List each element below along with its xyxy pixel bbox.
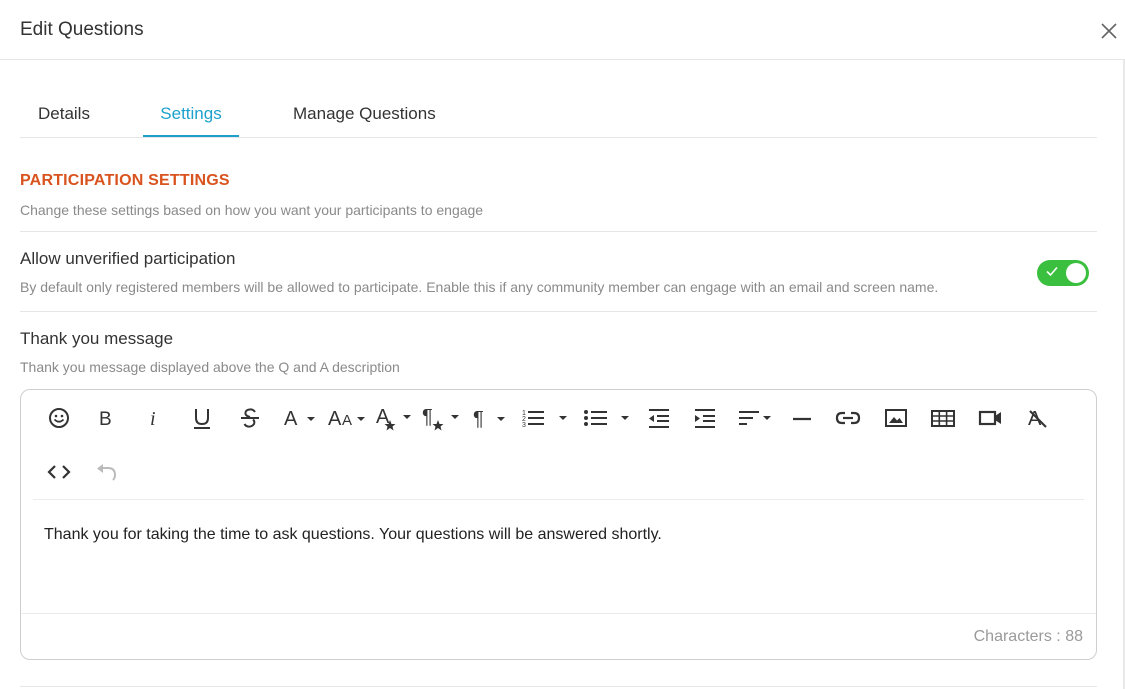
close-button[interactable] — [1099, 21, 1119, 41]
code-view-button[interactable] — [45, 458, 73, 486]
clear-formatting-icon: A — [1028, 408, 1047, 429]
ordered-list-button[interactable]: 1 2 3 — [521, 404, 571, 432]
section-title: PARTICIPATION SETTINGS — [20, 172, 230, 189]
video-icon — [978, 410, 1001, 426]
tab-manage-questions[interactable]: Manage Questions — [293, 92, 436, 137]
svg-text:i: i — [150, 408, 156, 428]
align-button[interactable] — [737, 404, 775, 432]
link-button[interactable] — [835, 404, 861, 432]
font-family-icon: A — [284, 408, 315, 429]
section-subtitle: Change these settings based on how you w… — [20, 202, 484, 218]
font-size-button[interactable]: A A — [327, 404, 367, 432]
horizontal-line-button[interactable] — [791, 404, 813, 432]
underline-icon — [194, 409, 210, 429]
font-family-button[interactable]: A — [283, 404, 317, 432]
tab-settings[interactable]: Settings — [143, 92, 239, 137]
text-color-button[interactable]: A — [375, 404, 413, 432]
indent-button[interactable] — [693, 404, 717, 432]
emoticon-icon — [49, 408, 69, 428]
image-icon — [885, 409, 907, 427]
check-icon — [1046, 266, 1058, 277]
editor-footer-divider — [21, 613, 1096, 614]
unordered-list-button[interactable] — [583, 404, 633, 432]
tab-bar: Details Settings Manage Questions — [20, 92, 1097, 138]
bold-icon: B — [99, 409, 112, 428]
unverified-toggle[interactable] — [1037, 260, 1089, 286]
table-button[interactable] — [929, 404, 957, 432]
character-count: Characters : 88 — [973, 628, 1083, 645]
align-icon — [739, 411, 771, 425]
italic-icon: i — [150, 408, 156, 428]
svg-text:A: A — [328, 408, 342, 429]
font-size-icon: A A — [328, 408, 365, 429]
bold-button[interactable]: B — [95, 404, 117, 432]
rich-text-editor: B i A A A A ¶ ¶ 1 2 3 A Thank you for ta… — [20, 389, 1097, 660]
svg-text:¶: ¶ — [473, 408, 484, 429]
svg-text:A: A — [284, 408, 298, 429]
toggle-knob — [1066, 263, 1086, 283]
divider — [20, 686, 1097, 687]
paragraph-format-button[interactable]: ¶ — [421, 404, 461, 432]
undo-icon — [97, 464, 117, 481]
toolbar-divider — [33, 499, 1084, 500]
outdent-button[interactable] — [647, 404, 671, 432]
dialog-header: Edit Questions — [0, 0, 1125, 60]
underline-button[interactable] — [189, 404, 215, 432]
paragraph-style-icon: ¶ — [473, 408, 505, 429]
horizontal-line-icon — [793, 417, 811, 421]
svg-text:3: 3 — [522, 422, 526, 429]
tab-details[interactable]: Details — [20, 92, 106, 137]
link-icon — [835, 411, 861, 425]
video-button[interactable] — [977, 404, 1005, 432]
unordered-list-icon — [584, 410, 629, 426]
code-view-icon — [47, 465, 71, 479]
svg-text:¶: ¶ — [422, 406, 433, 428]
ordered-list-icon: 1 2 3 — [522, 410, 567, 429]
indent-icon — [695, 409, 715, 428]
setting-title-thank-you: Thank you message — [20, 329, 174, 348]
paragraph-format-icon: ¶ — [422, 406, 459, 431]
setting-desc-unverified: By default only registered members will … — [20, 279, 939, 295]
undo-button[interactable] — [93, 458, 119, 486]
outdent-icon — [649, 409, 669, 428]
editor-content[interactable]: Thank you for taking the time to ask que… — [44, 526, 662, 544]
divider — [20, 311, 1097, 312]
svg-text:B: B — [99, 409, 112, 428]
strikethrough-button[interactable] — [237, 404, 263, 432]
table-icon — [931, 410, 955, 427]
close-icon — [1101, 23, 1117, 39]
strikethrough-icon — [241, 408, 259, 428]
setting-title-unverified: Allow unverified participation — [20, 249, 236, 268]
dialog-title: Edit Questions — [20, 19, 144, 40]
italic-button[interactable]: i — [143, 404, 165, 432]
divider — [20, 231, 1097, 232]
text-color-icon: A — [376, 406, 411, 431]
setting-desc-thank-you: Thank you message displayed above the Q … — [20, 359, 400, 375]
emoticon-button[interactable] — [47, 404, 71, 432]
clear-formatting-button[interactable]: A — [1025, 404, 1051, 432]
svg-text:A: A — [342, 412, 352, 429]
paragraph-style-button[interactable]: ¶ — [471, 404, 509, 432]
image-button[interactable] — [883, 404, 909, 432]
